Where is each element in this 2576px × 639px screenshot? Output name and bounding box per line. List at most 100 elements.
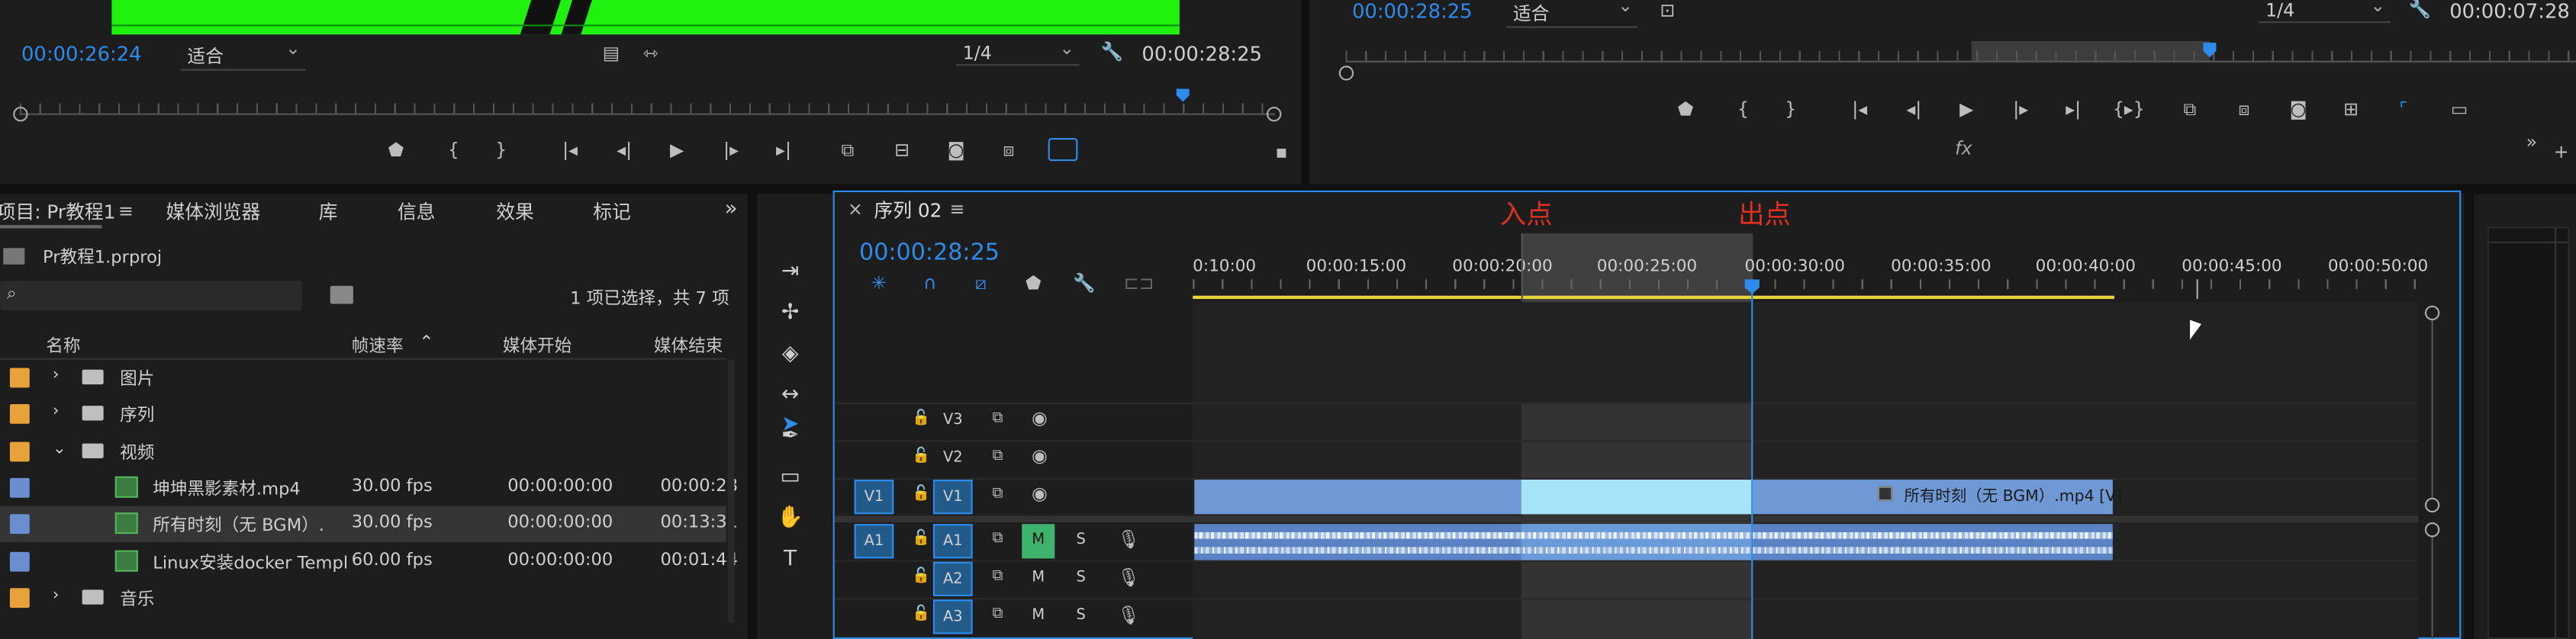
timeline-vscroll-video[interactable] [2431,308,2433,506]
label-color-swatch[interactable] [9,587,30,608]
project-item-row[interactable]: › 图片 [0,360,726,396]
solo-button[interactable]: S [1064,562,1097,596]
mute-button[interactable]: M [1022,562,1055,596]
sync-lock-icon[interactable]: ⧉ [992,411,1003,428]
sync-lock-icon[interactable]: ⧉ [992,486,1003,503]
label-color-swatch[interactable] [9,551,30,571]
sync-lock-icon[interactable]: ⧉ [992,448,1003,465]
wrench-icon[interactable]: 🔧 [1099,41,1125,64]
tab-info[interactable]: 信息 [398,199,436,225]
insert-icon[interactable]: ⧉ [835,140,861,162]
program-add-marker-icon[interactable]: ⬟ [1673,98,1699,121]
program-step-forward-icon[interactable]: |▸ [2008,98,2033,121]
source-playhead-timecode[interactable]: 00:00:26:24 [21,43,142,66]
col-fps[interactable]: 帧速率 [352,333,404,358]
label-color-swatch[interactable] [9,404,30,425]
label-color-swatch[interactable] [9,368,30,388]
col-media-start[interactable]: 媒体开始 [503,333,572,358]
program-playhead-timecode[interactable]: 00:00:28:25 [1352,0,1473,23]
tab-libraries[interactable]: 库 [319,199,338,225]
program-scrubber[interactable] [1338,40,2576,81]
source-fit-dropdown[interactable]: 适合 [180,38,306,71]
timeline-vscroll-audio[interactable] [2431,528,2433,639]
source-resolution-dropdown[interactable]: 1/4 [956,38,1080,66]
new-bin-from-search-icon[interactable] [330,285,353,304]
work-area-bar[interactable] [1193,295,2114,300]
program-fit-dropdown[interactable]: 适合 [1506,0,1638,28]
step-forward-icon[interactable]: |▸ [718,140,744,162]
sequence-menu-icon[interactable]: ≡ [949,199,964,220]
program-wrench-icon[interactable]: 🔧 [2407,0,2433,21]
tabs-overflow-icon[interactable]: » [724,197,737,222]
label-color-swatch[interactable] [9,477,30,498]
lock-icon[interactable]: 🔓 [912,568,930,585]
search-input[interactable]: ⌕ [0,281,303,311]
project-item-row-selected[interactable]: 所有时刻（无 BGM）. 30.00 fps 00:00:00:00 00:13:31 [0,506,738,543]
go-to-in-icon[interactable]: |◂ [557,140,583,162]
project-item-row[interactable]: › 序列 [0,397,726,432]
mute-button[interactable]: M [1022,599,1055,634]
tab-media-browser[interactable]: 媒体浏览器 [166,199,260,225]
microphone-icon[interactable]: 🎙 [1117,567,1140,588]
project-item-row[interactable]: Linux安装docker Templ 60.00 fps 00:00:00:00 0… [0,543,738,579]
slip-tool-icon[interactable]: ↔ [775,381,805,411]
expand-chevron-icon[interactable]: › [53,366,60,384]
snap-nest-icon[interactable]: ✳ [866,273,892,296]
razor-tool-icon[interactable]: ◈ [775,340,805,370]
audio-clip[interactable] [1194,524,2113,560]
play-in-to-out-icon[interactable]: {▸} [2113,98,2145,121]
program-camera-icon[interactable]: ◙ [2285,98,2311,121]
track-target[interactable]: V1 [932,480,973,515]
vscroll-bottom-handle[interactable] [2424,497,2440,513]
tab-markers[interactable]: 标记 [593,199,631,225]
solo-button[interactable]: S [1064,524,1097,558]
go-to-out-icon[interactable]: ▸| [771,140,797,162]
program-safe-margins-icon[interactable]: ▭ [2446,98,2472,121]
collapse-chevron-icon[interactable]: ⌄ [53,439,66,458]
panel-divider[interactable] [1301,0,1309,185]
tab-project[interactable]: 项目: Pr教程1 [0,199,115,225]
microphone-icon[interactable]: 🎙 [1117,529,1140,551]
source-patch-a1[interactable]: A1 [854,524,894,559]
program-resolution-dropdown[interactable]: 1/4 [2259,0,2391,24]
audio-vscroll-handle[interactable] [2424,522,2440,538]
program-go-to-out-icon[interactable]: ▸| [2060,98,2086,121]
solo-button[interactable]: S [1064,599,1097,634]
safe-margins-icon[interactable] [1048,137,1078,162]
mark-out-icon[interactable]: } [488,140,514,162]
track-target[interactable]: V2 [933,442,973,476]
pen-tool-icon[interactable]: ✒ [775,422,805,452]
program-compare-icon[interactable]: ⊞ [2338,98,2364,121]
program-step-back-icon[interactable]: ◂| [1901,98,1927,121]
lift-icon[interactable]: ⧉ [2177,98,2203,121]
timeline-timecode[interactable]: 00:00:28:25 [859,240,1000,266]
program-proxy-icon[interactable]: ⌜ [2391,98,2417,121]
sync-lock-icon[interactable]: ⧉ [992,531,1003,547]
snap-magnet-icon[interactable]: ∩ [916,273,942,296]
sync-lock-icon[interactable]: ⧉ [992,568,1003,585]
overwrite-icon[interactable]: ⊟ [889,140,915,162]
label-color-swatch[interactable] [9,441,30,461]
mute-button[interactable]: M [1022,524,1055,559]
vertical-divider[interactable] [747,194,758,639]
ripple-edit-tool-icon[interactable]: ✢ [775,299,805,329]
sync-lock-icon[interactable]: ⧉ [992,606,1003,623]
sort-ascending-icon[interactable]: ⌃ [419,332,434,353]
col-name[interactable]: 名称 [46,333,80,358]
lock-icon[interactable]: 🔓 [912,448,930,465]
source-start-handle[interactable] [13,107,28,122]
rectangle-tool-icon[interactable]: ▭ [775,463,805,493]
source-scrubber[interactable] [13,88,1282,127]
timeline-settings-icon[interactable]: 🔧 [1071,273,1097,296]
captions-icon[interactable]: ⊏⊐ [1124,273,1154,296]
program-play-icon[interactable]: ▶ [1953,98,1979,121]
camera-icon[interactable]: ◙ [943,140,969,162]
export-frame-icon[interactable]: ▤ [598,43,624,66]
fx-label[interactable]: fx [1955,138,1972,159]
lock-icon[interactable]: 🔓 [912,606,930,623]
eye-icon[interactable]: ◉ [1032,483,1048,504]
track-target[interactable]: A1 [932,524,973,559]
timeline-playhead-line[interactable] [1751,279,1753,639]
tab-effects[interactable]: 效果 [496,199,534,225]
project-item-row[interactable]: › 音乐 [0,580,726,615]
